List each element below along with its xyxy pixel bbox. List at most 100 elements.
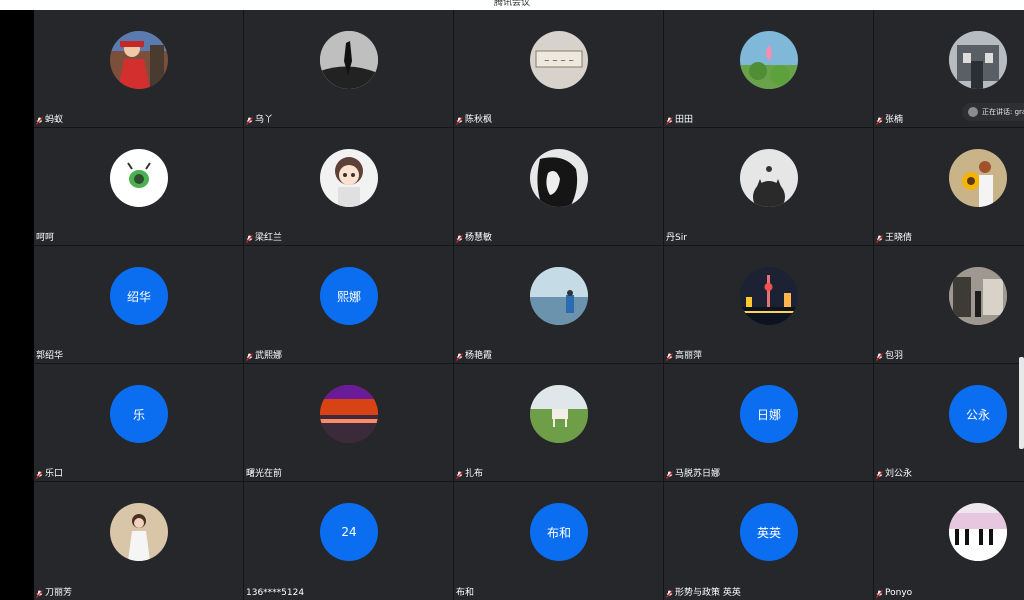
muted-mic-icon (876, 352, 883, 361)
participant-tile[interactable]: 包羽 (874, 246, 1024, 363)
speaking-indicator: 正在讲话: gra (962, 103, 1024, 121)
participant-tile[interactable]: 熙娜 武熙娜 (244, 246, 453, 363)
left-black-edge (0, 10, 34, 600)
participant-name-bar: 乐口 (36, 468, 63, 481)
muted-mic-icon (876, 589, 883, 598)
participant-tile[interactable]: 英英形势与政策 英英 (664, 482, 873, 600)
participant-name-bar: 王晓倩 (876, 232, 912, 245)
participant-name-bar: 刘公永 (876, 468, 912, 481)
participant-name: 杨慧敏 (465, 233, 493, 243)
participant-tile[interactable]: 布和 布和 (454, 482, 663, 600)
muted-mic-icon (456, 352, 463, 361)
participant-name: 高丽萍 (675, 351, 703, 361)
participant-tile[interactable]: 杨艳霞 (454, 246, 663, 363)
participant-tile[interactable]: 曙光在前 (244, 364, 453, 481)
avatar (949, 503, 1007, 561)
participant-name-bar: 高丽萍 (666, 350, 702, 363)
participant-name: Ponyo (885, 588, 913, 598)
muted-mic-icon (246, 116, 253, 125)
participant-name-bar: 136****5124 (246, 587, 304, 600)
avatar-initials: 绍华 (126, 289, 151, 304)
participant-name: 丹Sir (666, 233, 687, 243)
participant-tile[interactable]: ~ ~ ~ ~ 陈秋枫 (454, 10, 663, 127)
participant-name-bar: 马脱苏日娜 (666, 468, 720, 481)
avatar (320, 149, 378, 207)
participant-name: 乌丫 (255, 115, 274, 125)
window-title: 腾讯会议 (493, 0, 530, 8)
participant-name: 呵呵 (36, 233, 55, 243)
participant-name: 扎布 (465, 469, 484, 479)
participant-name: 刀丽芳 (45, 588, 73, 598)
participant-name-bar: 刀丽芳 (36, 587, 72, 600)
participant-name-bar: 杨慧敏 (456, 232, 492, 245)
participant-name-bar: 陈秋枫 (456, 114, 492, 127)
participant-tile[interactable]: 呵呵 (34, 128, 243, 245)
avatar: 熙娜 (320, 267, 378, 325)
avatar: 乐 (110, 385, 168, 443)
participant-tile[interactable]: 24 136****5124 (244, 482, 453, 600)
avatar (949, 267, 1007, 325)
speaking-label: 正在讲话: gra (982, 108, 1024, 116)
participant-tile[interactable]: Ponyo (874, 482, 1024, 600)
avatar: ~ ~ ~ ~ (530, 31, 588, 89)
participant-tile[interactable]: 乌丫 (244, 10, 453, 127)
muted-mic-icon (36, 116, 43, 125)
participant-grid: 蚂蚁 乌丫 ~ ~ ~ ~ 陈秋枫 田田 张楠 正在讲话: gra 呵呵 梁红兰 杨慧敏 丹Sir 王… (34, 10, 1024, 600)
muted-mic-icon (456, 116, 463, 125)
participant-tile[interactable]: 刀丽芳 (34, 482, 243, 600)
participant-name-bar: 曙光在前 (246, 468, 282, 481)
participant-tile[interactable]: 丹Sir (664, 128, 873, 245)
participant-tile[interactable]: 田田 (664, 10, 873, 127)
avatar: 绍华 (110, 267, 168, 325)
participant-tile[interactable]: 张楠 正在讲话: gra (874, 10, 1024, 127)
participant-name-bar: 乌丫 (246, 114, 273, 127)
avatar-initials: 24 (341, 525, 357, 539)
participant-name: 刘公永 (885, 469, 913, 479)
participant-name: 郭绍华 (36, 351, 64, 361)
participant-tile[interactable]: 日娜马脱苏日娜 (664, 364, 873, 481)
participant-name: 形势与政策 英英 (675, 588, 741, 598)
participant-tile[interactable]: 绍华郭绍华 (34, 246, 243, 363)
muted-mic-icon (666, 116, 673, 125)
participant-tile[interactable]: 高丽萍 (664, 246, 873, 363)
participant-name: 乐口 (45, 469, 64, 479)
avatar-initials: 布和 (546, 525, 571, 540)
muted-mic-icon (246, 234, 253, 243)
muted-mic-icon (36, 470, 43, 479)
participant-name: 曙光在前 (246, 469, 283, 479)
speaker-avatar-icon (968, 107, 978, 117)
participant-name: 张楠 (885, 115, 904, 125)
participant-name-bar: 布和 (456, 587, 474, 600)
participant-name: 陈秋枫 (465, 115, 493, 125)
muted-mic-icon (246, 352, 253, 361)
participant-tile[interactable]: 杨慧敏 (454, 128, 663, 245)
avatar-initials: 乐 (132, 407, 145, 422)
participant-name: 杨艳霞 (465, 351, 493, 361)
avatar-initials: 公永 (965, 407, 990, 422)
avatar: 日娜 (740, 385, 798, 443)
scrollbar[interactable] (1019, 357, 1024, 449)
participant-name: 包羽 (885, 351, 904, 361)
participant-name-bar: Ponyo (876, 587, 912, 600)
avatar (110, 149, 168, 207)
participant-name-bar: 扎布 (456, 468, 483, 481)
participant-name-bar: 呵呵 (36, 232, 54, 245)
svg-text:~ ~ ~ ~: ~ ~ ~ ~ (544, 57, 574, 65)
avatar (110, 31, 168, 89)
participant-tile[interactable]: 蚂蚁 (34, 10, 243, 127)
participant-name-bar: 梁红兰 (246, 232, 282, 245)
avatar-initials: 日娜 (756, 407, 781, 422)
avatar (949, 31, 1007, 89)
muted-mic-icon (876, 116, 883, 125)
participant-tile[interactable]: 梁红兰 (244, 128, 453, 245)
avatar: 英英 (740, 503, 798, 561)
participant-name-bar: 形势与政策 英英 (666, 587, 741, 600)
muted-mic-icon (666, 352, 673, 361)
avatar (740, 31, 798, 89)
participant-tile[interactable]: 乐乐口 (34, 364, 243, 481)
participant-tile[interactable]: 公永刘公永 (874, 364, 1024, 481)
participant-tile[interactable]: 王晓倩 (874, 128, 1024, 245)
participant-tile[interactable]: 扎布 (454, 364, 663, 481)
participant-name: 马脱苏日娜 (675, 469, 721, 479)
participant-name-bar: 田田 (666, 114, 693, 127)
